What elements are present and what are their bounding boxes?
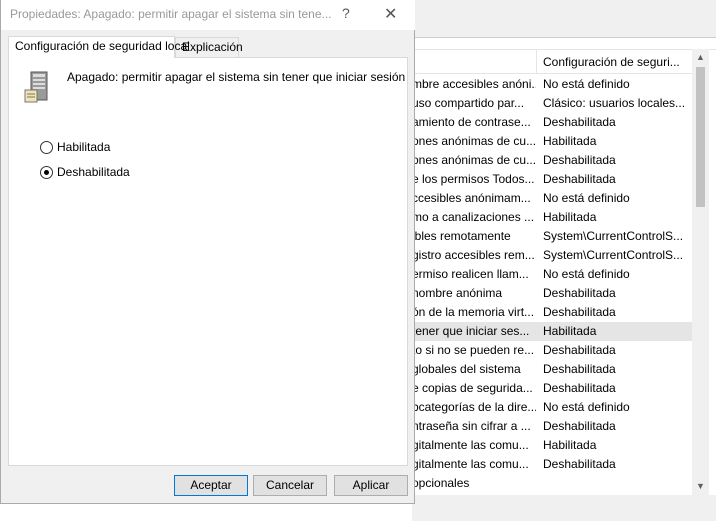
scroll-up-icon[interactable]: ▲: [692, 49, 709, 66]
ok-button[interactable]: Aceptar: [174, 475, 248, 496]
row-setting-value: Deshabilitada: [543, 457, 616, 471]
row-policy-name: ermiso realicen llam...: [412, 267, 529, 281]
row-policy-name: globales del sistema: [412, 362, 521, 376]
row-policy-name: e copias de segurida...: [412, 381, 533, 395]
cancel-button[interactable]: Cancelar: [253, 475, 327, 496]
row-policy-name: ones anónimas de cu...: [412, 153, 536, 167]
row-policy-name: mbre accesibles anóni...: [412, 77, 536, 91]
policy-list-toolbar: [412, 0, 716, 38]
option-disabled-label: Deshabilitada: [57, 165, 130, 179]
table-row[interactable]: ones anónimas de cu... Deshabilitada: [412, 151, 700, 170]
row-policy-name: to si no se pueden re...: [412, 343, 535, 357]
policy-list-statusbar: [412, 495, 716, 521]
column-header-setting[interactable]: Configuración de seguri...: [536, 50, 700, 74]
row-setting-value: Habilitada: [543, 438, 597, 452]
table-row[interactable]: amiento de contrase... Deshabilitada: [412, 113, 700, 132]
table-row[interactable]: uso compartido par... Clásico: usuarios l…: [412, 94, 700, 113]
table-row[interactable]: tener que iniciar ses... Habilitada: [412, 322, 700, 341]
option-disabled[interactable]: Deshabilitada: [40, 165, 130, 179]
table-row[interactable]: ones anónimas de cu... Habilitada: [412, 132, 700, 151]
table-row[interactable]: ntraseña sin cifrar a ... Deshabilitada: [412, 417, 700, 436]
table-row[interactable]: nombre anónima Deshabilitada: [412, 284, 700, 303]
row-setting-value: Deshabilitada: [543, 115, 616, 129]
row-setting-value: Deshabilitada: [543, 153, 616, 167]
row-policy-name: mo a canalizaciones ...: [412, 210, 535, 224]
table-row[interactable]: mbre accesibles anóni... No está definido: [412, 75, 700, 94]
row-setting-value: Habilitada: [543, 324, 597, 338]
row-setting-value: Deshabilitada: [543, 419, 616, 433]
help-icon[interactable]: ?: [342, 5, 350, 21]
row-policy-name: ones anónimas de cu...: [412, 134, 536, 148]
row-setting-value: Deshabilitada: [543, 362, 616, 376]
row-policy-name: gitalmente las comu...: [412, 457, 529, 471]
row-policy-name: amiento de contrase...: [412, 115, 531, 129]
row-setting-value: Deshabilitada: [543, 343, 616, 357]
row-policy-name: ón de la memoria virt...: [412, 305, 535, 319]
table-row[interactable]: opcionales: [412, 474, 700, 493]
radio-disabled[interactable]: [40, 165, 53, 179]
dialog-titlebar: Propiedades: Apagado: permitir apagar el…: [1, 0, 415, 30]
table-row[interactable]: bcategorías de la dire... No está definid…: [412, 398, 700, 417]
policy-list: Configuración de seguri... mbre accesibl…: [412, 49, 716, 495]
scroll-down-icon[interactable]: ▼: [692, 478, 709, 495]
row-policy-name: bcategorías de la dire...: [412, 400, 536, 414]
server-icon: [24, 71, 48, 103]
row-policy-name: nombre anónima: [412, 286, 503, 300]
row-policy-name: ibles remotamente: [412, 229, 511, 243]
table-row[interactable]: ibles remotamente System\CurrentControlS.…: [412, 227, 700, 246]
row-setting-value: Deshabilitada: [543, 381, 616, 395]
row-policy-name: uso compartido par...: [412, 96, 525, 110]
tab-local-security-setting[interactable]: Configuración de seguridad local: [8, 36, 190, 58]
row-policy-name: gitalmente las comu...: [412, 438, 529, 452]
scrollbar-thumb[interactable]: [696, 67, 705, 207]
row-setting-value: No está definido: [543, 267, 630, 281]
table-row[interactable]: gitalmente las comu... Deshabilitada: [412, 455, 700, 474]
table-row[interactable]: to si no se pueden re... Deshabilitada: [412, 341, 700, 360]
row-policy-name: tener que iniciar ses...: [412, 324, 530, 338]
row-setting-value: Deshabilitada: [543, 286, 616, 300]
apply-button[interactable]: Aplicar: [334, 475, 408, 496]
radio-enabled[interactable]: [40, 140, 53, 154]
table-row[interactable]: ón de la memoria virt... Deshabilitada: [412, 303, 700, 322]
table-row[interactable]: e los permisos Todos... Deshabilitada: [412, 170, 700, 189]
table-row[interactable]: ermiso realicen llam... No está definido: [412, 265, 700, 284]
row-setting-value: Clásico: usuarios locales...: [543, 96, 686, 110]
row-setting-value: No está definido: [543, 77, 630, 91]
table-row[interactable]: gistro accesibles rem... System\CurrentCo…: [412, 246, 700, 265]
row-setting-value: No está definido: [543, 191, 630, 205]
row-setting-value: System\CurrentControlS...: [543, 229, 684, 243]
table-row[interactable]: gitalmente las comu... Habilitada: [412, 436, 700, 455]
row-setting-value: System\CurrentControlS...: [543, 248, 684, 262]
option-enabled[interactable]: Habilitada: [40, 140, 110, 154]
table-row[interactable]: globales del sistema Deshabilitada: [412, 360, 700, 379]
tab-panel: Apagado: permitir apagar el sistema sin …: [8, 57, 408, 466]
policy-rows: mbre accesibles anóni... No está definido…: [412, 75, 700, 493]
policy-name: Apagado: permitir apagar el sistema sin …: [67, 70, 406, 84]
row-setting-value: Habilitada: [543, 134, 597, 148]
table-row[interactable]: ccesibles anónimam... No está definido: [412, 189, 700, 208]
dialog-title: Propiedades: Apagado: permitir apagar el…: [10, 7, 332, 21]
vertical-scrollbar[interactable]: ▲ ▼: [692, 49, 709, 495]
table-row[interactable]: mo a canalizaciones ... Habilitada: [412, 208, 700, 227]
row-policy-name: e los permisos Todos...: [412, 172, 535, 186]
close-icon[interactable]: ✕: [384, 4, 397, 24]
row-setting-value: Deshabilitada: [543, 172, 616, 186]
policy-list-header: Configuración de seguri...: [412, 50, 700, 74]
row-policy-name: ntraseña sin cifrar a ...: [412, 419, 531, 433]
row-policy-name: ccesibles anónimam...: [412, 191, 531, 205]
row-policy-name: opcionales: [412, 476, 470, 490]
row-policy-name: gistro accesibles rem...: [412, 248, 535, 262]
table-row[interactable]: e copias de segurida... Deshabilitada: [412, 379, 700, 398]
row-setting-value: Habilitada: [543, 210, 597, 224]
row-setting-value: Deshabilitada: [543, 305, 616, 319]
option-enabled-label: Habilitada: [57, 140, 111, 154]
row-setting-value: No está definido: [543, 400, 630, 414]
properties-dialog: Propiedades: Apagado: permitir apagar el…: [0, 0, 415, 504]
